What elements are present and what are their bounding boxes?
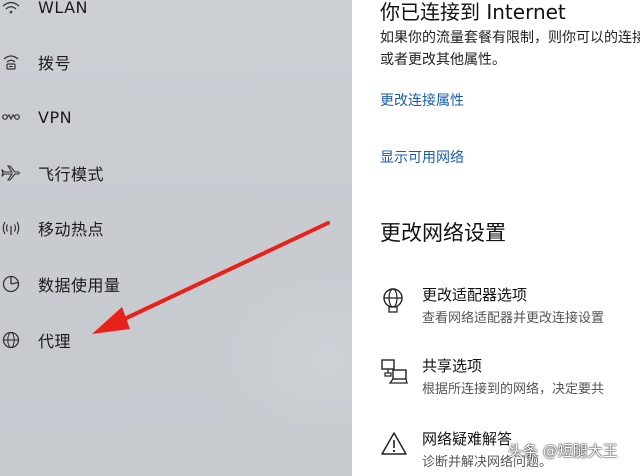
data-usage-icon	[0, 273, 22, 295]
sidebar-item-airplane-mode[interactable]: 飞行模式	[0, 153, 352, 193]
adapter-globe-icon	[380, 286, 408, 314]
sidebar-item-wlan[interactable]: WLAN	[0, 0, 352, 27]
show-available-networks-link[interactable]: 显示可用网络	[380, 147, 464, 167]
sidebar-item-label: 代理	[38, 332, 72, 351]
option-description: 查看网络适配器并更改连接设置	[422, 311, 605, 326]
sidebar-item-dial-up[interactable]: 拨号	[0, 42, 352, 82]
sidebar-item-label: 移动热点	[38, 220, 105, 239]
vpn-icon	[0, 106, 22, 128]
sharing-options[interactable]: 共享选项 根据所连接到的网络，决定要共	[380, 355, 640, 403]
airplane-icon	[0, 162, 22, 184]
watermark: 头条 @短腿大王	[508, 442, 618, 460]
sharing-icon	[380, 357, 408, 385]
sidebar-nav: WLAN 拨号 VPN 飞行模式 移动热点 数据使用量 代理	[0, 0, 352, 476]
hotspot-icon	[0, 217, 22, 239]
change-adapter-options[interactable]: 更改适配器选项 查看网络适配器并更改连接设置	[380, 284, 640, 332]
dial-up-icon	[0, 51, 22, 73]
option-title: 更改适配器选项	[422, 286, 528, 304]
wifi-icon	[0, 0, 22, 18]
network-settings-heading: 更改网络设置	[380, 221, 506, 245]
connection-status-title: 你已连接到 Internet	[380, 0, 566, 24]
option-description: 根据所连接到的网络，决定要共	[422, 382, 605, 397]
option-title: 网络疑难解答	[422, 430, 513, 448]
sidebar-item-vpn[interactable]: VPN	[0, 97, 352, 137]
sidebar-item-label: 拨号	[38, 54, 72, 73]
globe-icon	[0, 329, 22, 351]
connection-status-description: 如果你的流量套餐有限制，则你可以的连接，或者更改其他属性。	[380, 30, 640, 68]
sidebar-item-mobile-hotspot[interactable]: 移动热点	[0, 208, 352, 248]
option-title: 共享选项	[422, 357, 483, 375]
change-connection-properties-link[interactable]: 更改连接属性	[380, 90, 464, 110]
warning-icon	[380, 430, 408, 458]
sidebar-item-label: VPN	[38, 107, 73, 127]
sidebar-item-label: 数据使用量	[38, 276, 121, 295]
sidebar-item-proxy[interactable]: 代理	[0, 320, 352, 360]
sidebar-item-label: WLAN	[38, 0, 89, 17]
network-status-panel: 你已连接到 Internet 如果你的流量套餐有限制，则你可以的连接，或者更改其…	[352, 0, 640, 476]
sidebar-item-data-usage[interactable]: 数据使用量	[0, 264, 352, 304]
sidebar-item-label: 飞行模式	[38, 165, 105, 184]
